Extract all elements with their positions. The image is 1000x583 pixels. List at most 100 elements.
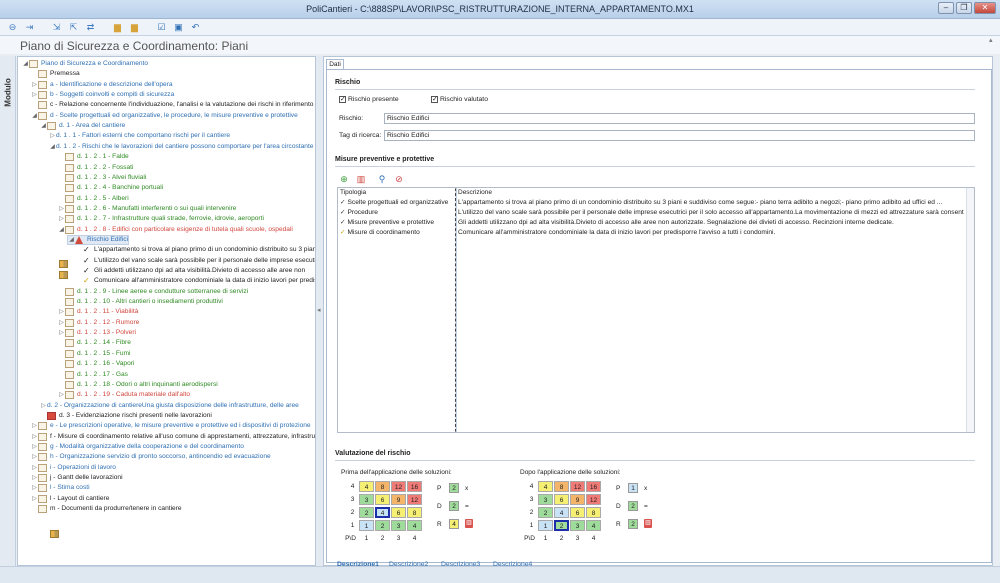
- tab-dati[interactable]: Dati: [326, 59, 344, 69]
- close-button[interactable]: ✕: [974, 2, 996, 14]
- expand-tree-icon[interactable]: ⇲: [50, 21, 63, 34]
- tree-item[interactable]: ✓ L'appartamento si trova al piano primo …: [76, 245, 315, 255]
- tree-item[interactable]: ◢ d. 1 . 2 . 8 - Edifici con particolare …: [58, 225, 293, 235]
- back-icon[interactable]: ⊖: [6, 21, 19, 34]
- expand-arrow-icon[interactable]: ▷: [40, 401, 47, 411]
- tree-item[interactable]: ▷ d. 2 - Organizzazione di cantiereUna gi…: [40, 401, 299, 538]
- expand-arrow-icon[interactable]: ▷: [58, 307, 65, 317]
- tree-item[interactable]: ✓ Gli addetti utilizzano dpi ad alta visi…: [76, 266, 305, 276]
- tree-item[interactable]: d. 1 . 2 . 15 - Fumi: [58, 349, 131, 359]
- rischio-valutato-checkbox[interactable]: ✓ Rischio valutato: [431, 96, 488, 103]
- check-icon[interactable]: ☑: [155, 21, 168, 34]
- expand-arrow-icon[interactable]: ▷: [31, 90, 38, 100]
- tree-item[interactable]: ▷ d. 1 . 2 . 13 - Polveri: [58, 328, 136, 338]
- splitter[interactable]: ◂: [316, 56, 323, 566]
- tree-item[interactable]: ▷ l - Stima costi: [31, 483, 90, 493]
- matrix-cell[interactable]: 8: [586, 507, 601, 518]
- matrix-cell[interactable]: 9: [391, 494, 406, 505]
- expand-arrow-icon[interactable]: ▷: [58, 390, 65, 400]
- rischio-field[interactable]: Rischio Edifici: [384, 113, 975, 124]
- matrix-cell[interactable]: 8: [375, 481, 390, 492]
- tree-item[interactable]: ✓ Comunicare all'amministratore condomini…: [76, 276, 315, 286]
- descrizione-cell[interactable]: L'appartamento si trova al piano primo d…: [458, 198, 964, 207]
- risk-r-value[interactable]: 2: [628, 519, 638, 529]
- col-tipologia[interactable]: Tipologia: [338, 188, 366, 197]
- header-scroll-icon[interactable]: ▴: [989, 36, 998, 50]
- tree-item[interactable]: d. 1 . 2 . 4 - Banchine portuali: [58, 183, 163, 193]
- matrix-cell[interactable]: 6: [375, 494, 390, 505]
- matrix-cell[interactable]: 16: [407, 481, 422, 492]
- expand-arrow-icon[interactable]: ▷: [58, 214, 65, 224]
- expand-arrow-icon[interactable]: ▷: [31, 442, 38, 452]
- tree-item[interactable]: ▷ j - Gantt delle lavorazioni: [31, 473, 123, 483]
- tree-item[interactable]: Premessa: [31, 69, 80, 79]
- tree-item[interactable]: d. 3 - Evidenziazione rischi presenti ne…: [40, 411, 212, 421]
- expand-arrow-icon[interactable]: ▷: [49, 131, 56, 141]
- matrix-cell[interactable]: 1: [538, 520, 553, 531]
- expand-arrow-icon[interactable]: ▷: [58, 328, 65, 338]
- descrizione-cell[interactable]: L'utilizzo del vano scale sarà possibile…: [458, 208, 964, 217]
- matrix-cell[interactable]: 12: [570, 481, 585, 492]
- matrix-cell[interactable]: 8: [554, 481, 569, 492]
- tree-item[interactable]: ▷ d. 1 . 2 . 7 - Infrastrutture quali str…: [58, 214, 264, 224]
- expand-arrow-icon[interactable]: ▷: [31, 473, 38, 483]
- collapse-arrow-icon[interactable]: ◢: [22, 59, 29, 69]
- tag-field[interactable]: Rischio Edifici: [384, 130, 975, 141]
- risk-d-value[interactable]: 2: [628, 501, 638, 511]
- expand-arrow-icon[interactable]: ▷: [31, 452, 38, 462]
- tree-item[interactable]: c - Relazione concernente l'individuazio…: [31, 100, 315, 110]
- expand-arrow-icon[interactable]: ▷: [31, 463, 38, 473]
- matrix-cell[interactable]: 2: [554, 520, 569, 531]
- tree-item[interactable]: ▷ d. 1 . 2 . 11 - Viabilità: [58, 307, 138, 317]
- matrix-cell[interactable]: 4: [554, 507, 569, 518]
- tree-item[interactable]: d. 1 . 2 . 2 - Fossati: [58, 163, 133, 173]
- save-folder-icon[interactable]: ▆: [128, 21, 141, 34]
- tree-item[interactable]: ▷ h - Organizzazione servizio di pronto s…: [31, 452, 271, 462]
- collapse-arrow-icon[interactable]: ◢: [49, 142, 56, 152]
- search-icon[interactable]: ⚲: [377, 174, 387, 184]
- col-descrizione[interactable]: Descrizione: [456, 188, 492, 197]
- matrix-cell[interactable]: 6: [570, 507, 585, 518]
- minimize-button[interactable]: –: [938, 2, 954, 14]
- descrizione-cell[interactable]: Comunicare all'amministratore condominia…: [458, 228, 964, 237]
- rischio-presente-checkbox[interactable]: ✓ Rischio presente: [339, 96, 399, 103]
- tree-item[interactable]: ◢ d. 1 . 2 - Rischi che le lavorazioni de…: [49, 142, 313, 279]
- expand-arrow-icon[interactable]: ▷: [31, 483, 38, 493]
- matrix-cell[interactable]: 4: [359, 481, 374, 492]
- risk-d-value[interactable]: 2: [449, 501, 459, 511]
- tree-item[interactable]: ▷ l - Layout di cantiere: [31, 494, 109, 504]
- add-icon[interactable]: ⊕: [339, 174, 349, 184]
- save-icon[interactable]: ▣: [172, 21, 185, 34]
- collapse-tree-icon[interactable]: ⇱: [67, 21, 80, 34]
- collapse-arrow-icon[interactable]: ◢: [68, 235, 75, 245]
- tree-item[interactable]: d. 1 . 2 . 14 - Fibre: [58, 338, 131, 348]
- undo-icon[interactable]: ↶: [189, 21, 202, 34]
- tree-item[interactable]: ◢ Rischio Edifici: [67, 234, 130, 245]
- descrizione-cell[interactable]: Gli addetti utilizzano dpi ad alta visib…: [458, 218, 964, 227]
- tree-item[interactable]: ▷ d. 1 . 2 . 12 - Rumore: [58, 318, 139, 328]
- risk-p-value[interactable]: 2: [449, 483, 459, 493]
- risk-p-value[interactable]: 1: [628, 483, 638, 493]
- tree-item[interactable]: ▷ b - Soggetti coinvolti e compiti di sic…: [31, 90, 174, 100]
- matrix-cell[interactable]: 4: [407, 520, 422, 531]
- table-row[interactable]: ✓ Misure preventive e protettive: [338, 218, 454, 227]
- expand-arrow-icon[interactable]: ▷: [58, 204, 65, 214]
- tree-item[interactable]: d. 1 . 2 . 1 - Falde: [58, 152, 129, 162]
- table-row[interactable]: ✓ Procedure: [338, 208, 454, 217]
- tree-item[interactable]: m - Documenti da produrre/tenere in cant…: [31, 504, 182, 514]
- restore-button[interactable]: ❐: [956, 2, 972, 14]
- expand-arrow-icon[interactable]: ▷: [58, 318, 65, 328]
- table-row[interactable]: ✓ Scelte progettuali ed organizzative: [338, 198, 454, 207]
- matrix-cell[interactable]: 4: [538, 481, 553, 492]
- matrix-cell[interactable]: 16: [586, 481, 601, 492]
- tree-item[interactable]: ✓ L'utilizzo del vano scale sarà possibil…: [76, 256, 315, 266]
- module-sidebar[interactable]: Modulo: [0, 56, 16, 566]
- matrix-cell[interactable]: 2: [359, 507, 374, 518]
- tree-item[interactable]: d. 1 . 2 . 9 - Linee aeree e condutture …: [58, 287, 248, 297]
- matrix-cell[interactable]: 2: [375, 520, 390, 531]
- open-folder-icon[interactable]: ▆: [111, 21, 124, 34]
- matrix-cell[interactable]: 3: [538, 494, 553, 505]
- tree-item[interactable]: d. 1 . 2 . 17 - Gas: [58, 370, 128, 380]
- matrix-cell[interactable]: 1: [359, 520, 374, 531]
- expand-arrow-icon[interactable]: ▷: [31, 421, 38, 431]
